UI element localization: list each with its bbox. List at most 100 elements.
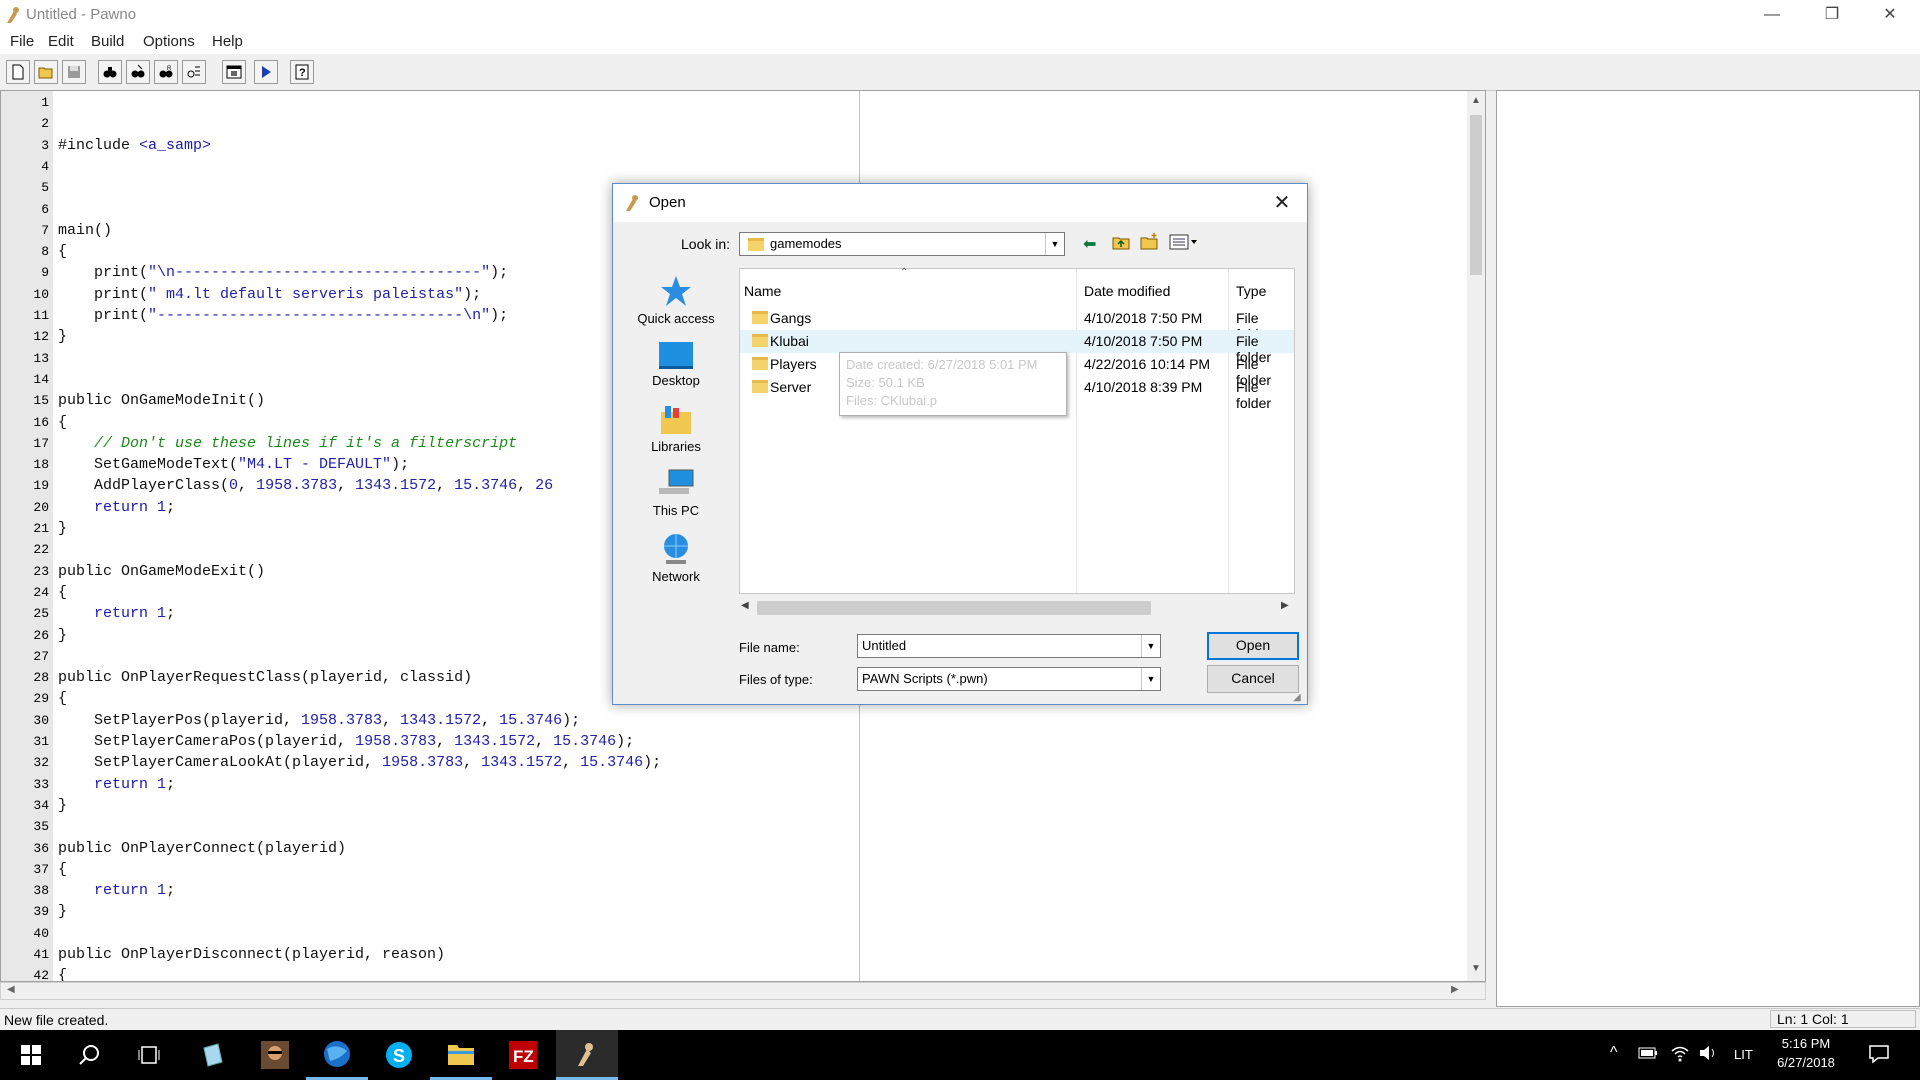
taskbar-notepad[interactable]: [182, 1030, 244, 1080]
code-line[interactable]: {: [58, 859, 67, 880]
find-icon[interactable]: [98, 60, 122, 84]
new-file-icon[interactable]: [6, 60, 30, 84]
code-line[interactable]: }: [58, 901, 67, 922]
menu-edit[interactable]: Edit: [48, 33, 74, 50]
save-icon[interactable]: [62, 60, 86, 84]
code-line[interactable]: }: [58, 625, 67, 646]
column-header-type[interactable]: Type: [1236, 283, 1266, 299]
look-in-dropdown[interactable]: gamemodes ▼: [739, 232, 1065, 256]
place-desktop[interactable]: Desktop: [623, 340, 729, 388]
editor-horizontal-scrollbar[interactable]: ◀ ▶: [0, 982, 1486, 1000]
place-network[interactable]: Network: [623, 532, 729, 584]
column-header-date[interactable]: Date modified: [1084, 283, 1170, 299]
open-folder-icon[interactable]: [34, 60, 58, 84]
code-line[interactable]: SetGameModeText("M4.LT - DEFAULT");: [58, 454, 409, 475]
code-line[interactable]: return 1;: [58, 603, 175, 624]
file-list[interactable]: ⌃ Name Date modified Type Gangs 4/10/201…: [739, 267, 1295, 594]
code-line[interactable]: print(" m4.lt default serveris paleistas…: [58, 284, 481, 305]
back-icon[interactable]: ⬅: [1083, 234, 1096, 254]
file-name-input[interactable]: Untitled ▼: [857, 634, 1161, 658]
code-line[interactable]: public OnPlayerDisconnect(playerid, reas…: [58, 944, 445, 965]
new-folder-icon[interactable]: [1139, 232, 1159, 255]
editor-vertical-scroll-thumb[interactable]: [1470, 115, 1482, 275]
close-button[interactable]: ✕: [1862, 0, 1918, 30]
code-line[interactable]: public OnPlayerConnect(playerid): [58, 838, 346, 859]
code-line[interactable]: public OnGameModeExit(): [58, 561, 265, 582]
code-line[interactable]: SetPlayerPos(playerid, 1958.3783, 1343.1…: [58, 710, 580, 731]
place-this-pc[interactable]: This PC: [623, 468, 729, 518]
scroll-right-icon[interactable]: ▶: [1281, 600, 1289, 611]
task-view-button[interactable]: [118, 1030, 180, 1080]
code-line[interactable]: print("\n-------------------------------…: [58, 262, 508, 283]
code-line[interactable]: {: [58, 412, 67, 433]
code-line[interactable]: SetPlayerCameraPos(playerid, 1958.3783, …: [58, 731, 634, 752]
up-folder-icon[interactable]: [1111, 232, 1131, 255]
code-line[interactable]: AddPlayerClass(0, 1958.3783, 1343.1572, …: [58, 475, 553, 496]
horizontal-scroll-thumb[interactable]: [757, 601, 1151, 615]
find-next-icon[interactable]: [126, 60, 150, 84]
code-line[interactable]: return 1;: [58, 497, 175, 518]
scroll-right-icon[interactable]: ▶: [1451, 984, 1459, 995]
place-quick-access[interactable]: Quick access: [623, 274, 729, 326]
taskbar-file-explorer[interactable]: [430, 1030, 492, 1080]
place-libraries[interactable]: Libraries: [623, 404, 729, 454]
code-line[interactable]: main(): [58, 220, 112, 241]
file-row[interactable]: Klubai 4/10/2018 7:50 PM File folder: [740, 330, 1294, 365]
restore-button[interactable]: ❐: [1804, 0, 1860, 30]
cancel-button[interactable]: Cancel: [1207, 665, 1299, 693]
code-line[interactable]: }: [58, 795, 67, 816]
code-line[interactable]: {: [58, 965, 67, 981]
code-line[interactable]: return 1;: [58, 880, 175, 901]
compile-options-icon[interactable]: [222, 60, 246, 84]
search-button[interactable]: [58, 1030, 120, 1080]
code-line[interactable]: }: [58, 326, 67, 347]
code-line[interactable]: SetPlayerCameraLookAt(playerid, 1958.378…: [58, 752, 661, 773]
code-line[interactable]: print("---------------------------------…: [58, 305, 508, 326]
column-header-name[interactable]: Name: [744, 283, 781, 299]
volume-icon[interactable]: [1698, 1044, 1718, 1065]
code-line[interactable]: {: [58, 582, 67, 603]
code-line[interactable]: public OnPlayerRequestClass(playerid, cl…: [58, 667, 472, 688]
menu-options[interactable]: Options: [143, 33, 195, 50]
file-row[interactable]: Gangs 4/10/2018 7:50 PM File folder: [740, 307, 1294, 342]
code-line[interactable]: // Don't use these lines if it's a filte…: [58, 433, 517, 454]
show-hidden-icons-icon[interactable]: ^: [1610, 1044, 1618, 1062]
taskbar-pawno[interactable]: [556, 1030, 618, 1080]
scroll-left-icon[interactable]: ◀: [741, 600, 749, 611]
code-line[interactable]: {: [58, 241, 67, 262]
taskbar-filezilla[interactable]: FZ: [492, 1030, 554, 1080]
chevron-down-icon[interactable]: ▼: [1045, 233, 1064, 255]
open-button[interactable]: Open: [1207, 632, 1299, 660]
view-menu-icon[interactable]: [1169, 234, 1199, 253]
replace-icon[interactable]: R: [154, 60, 178, 84]
taskbar-browser[interactable]: [306, 1030, 368, 1080]
resize-grip-icon[interactable]: ◢: [1293, 692, 1301, 703]
code-line[interactable]: #include <a_samp>: [58, 135, 211, 156]
code-line[interactable]: return 1;: [58, 774, 175, 795]
scroll-down-icon[interactable]: ▼: [1471, 963, 1481, 974]
start-button[interactable]: [0, 1030, 62, 1080]
menu-help[interactable]: Help: [212, 33, 243, 50]
chevron-down-icon[interactable]: ▼: [1141, 635, 1160, 657]
taskbar-game[interactable]: [244, 1030, 306, 1080]
input-language[interactable]: LIT: [1734, 1047, 1753, 1062]
code-line[interactable]: }: [58, 518, 67, 539]
battery-icon[interactable]: [1638, 1046, 1658, 1063]
taskbar-skype[interactable]: S: [368, 1030, 430, 1080]
menu-build[interactable]: Build: [91, 33, 124, 50]
wifi-icon[interactable]: [1670, 1044, 1690, 1065]
chevron-down-icon[interactable]: ▼: [1141, 668, 1160, 690]
file-type-dropdown[interactable]: PAWN Scripts (*.pwn) ▼: [857, 667, 1161, 691]
clock[interactable]: 5:16 PM 6/27/2018: [1774, 1036, 1838, 1070]
compile-run-icon[interactable]: [254, 60, 278, 84]
file-list-horizontal-scrollbar[interactable]: ◀ ▶: [739, 598, 1295, 618]
minimize-button[interactable]: —: [1744, 0, 1800, 30]
code-line[interactable]: public OnGameModeInit(): [58, 390, 265, 411]
help-icon[interactable]: ?: [290, 60, 314, 84]
scroll-left-icon[interactable]: ◀: [7, 984, 15, 995]
menu-file[interactable]: File: [10, 33, 34, 50]
notifications-icon[interactable]: [1868, 1044, 1890, 1067]
scroll-up-icon[interactable]: ▲: [1471, 95, 1481, 106]
goto-line-icon[interactable]: [182, 60, 206, 84]
code-line[interactable]: {: [58, 688, 67, 709]
